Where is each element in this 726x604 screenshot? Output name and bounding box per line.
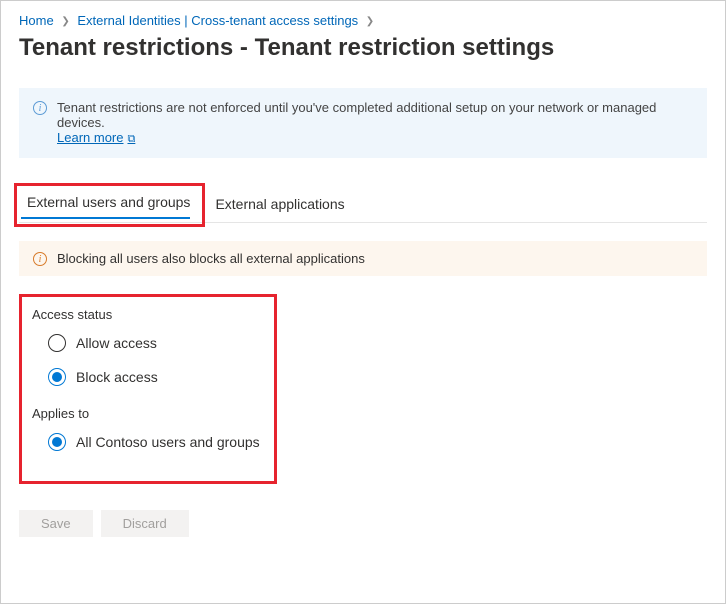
- info-banner: i Tenant restrictions are not enforced u…: [19, 88, 707, 158]
- radio-block-access[interactable]: Block access: [48, 368, 264, 386]
- radio-allow-access[interactable]: Allow access: [48, 334, 264, 352]
- tabs: External users and groups External appli…: [19, 188, 707, 223]
- radio-icon-checked: [48, 433, 66, 451]
- chevron-right-icon: ❯: [57, 16, 73, 27]
- breadcrumb-external-identities[interactable]: External Identities | Cross-tenant acces…: [77, 13, 358, 28]
- radio-label: All Contoso users and groups: [76, 434, 260, 450]
- warning-text: Blocking all users also blocks all exter…: [57, 251, 365, 266]
- save-button[interactable]: Save: [19, 510, 93, 537]
- settings-highlight: Access status Allow access Block access …: [19, 294, 277, 484]
- breadcrumb: Home ❯ External Identities | Cross-tenan…: [19, 13, 707, 28]
- radio-icon-checked: [48, 368, 66, 386]
- radio-label: Allow access: [76, 335, 157, 351]
- warning-banner: i Blocking all users also blocks all ext…: [19, 241, 707, 276]
- discard-button[interactable]: Discard: [101, 510, 189, 537]
- page-title: Tenant restrictions - Tenant restriction…: [19, 34, 707, 62]
- tab-highlight: External users and groups: [14, 183, 205, 227]
- tab-external-applications[interactable]: External applications: [205, 188, 358, 222]
- applies-to-label: Applies to: [32, 406, 264, 421]
- tab-external-users[interactable]: External users and groups: [19, 188, 200, 218]
- access-status-label: Access status: [32, 307, 264, 322]
- radio-all-users-groups[interactable]: All Contoso users and groups: [48, 433, 264, 451]
- breadcrumb-home[interactable]: Home: [19, 13, 54, 28]
- radio-icon: [48, 334, 66, 352]
- footer-actions: Save Discard: [19, 510, 707, 537]
- chevron-right-icon: ❯: [362, 16, 378, 27]
- radio-label: Block access: [76, 369, 158, 385]
- warning-icon: i: [33, 252, 47, 266]
- external-link-icon: ⧉: [127, 133, 135, 145]
- info-icon: i: [33, 101, 47, 115]
- info-text: Tenant restrictions are not enforced unt…: [57, 100, 693, 146]
- learn-more-link[interactable]: Learn more⧉: [57, 130, 135, 145]
